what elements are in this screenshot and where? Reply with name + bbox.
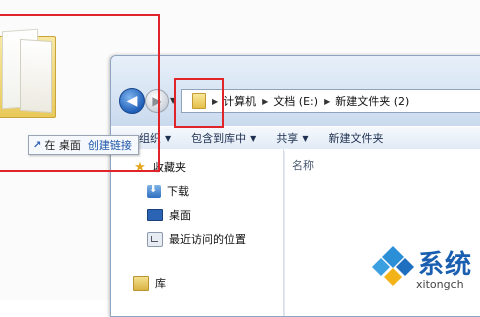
nav-favorites-label: 收藏夹 (153, 161, 186, 174)
include-in-library-button[interactable]: 包含到库中 ▼ (181, 130, 266, 146)
download-folder-icon (147, 184, 161, 198)
nav-item-desktop[interactable]: 桌面 (147, 207, 191, 223)
chevron-right-icon[interactable]: ▶ (212, 97, 218, 106)
back-arrow-icon[interactable]: ◀ (119, 88, 145, 114)
include-in-library-label: 包含到库中 (191, 132, 247, 145)
navigation-pane: ★ 收藏夹 下载 桌面 最近访问的位置 库 (111, 149, 284, 316)
watermark-text: 系统 (418, 250, 473, 280)
drag-target-label: 在 桌面 (44, 139, 81, 152)
nav-desktop-label: 桌面 (169, 209, 191, 222)
breadcrumb-computer[interactable]: 计算机 (223, 93, 256, 109)
chevron-right-icon[interactable]: ▶ (262, 97, 268, 106)
breadcrumb-folder[interactable]: 新建文件夹 (2) (335, 93, 409, 109)
address-bar[interactable]: ▶ 计算机 ▶ 文档 (E:) ▶ 新建文件夹 (2) (181, 89, 480, 113)
nav-library[interactable]: 库 (133, 275, 166, 291)
command-toolbar: 组织 ▼ 包含到库中 ▼ 共享 ▼ 新建文件夹 (111, 126, 480, 150)
drag-action-label: 创建链接 (87, 139, 132, 152)
star-icon: ★ (134, 159, 146, 175)
history-dropdown-icon[interactable]: ▼ (170, 96, 176, 105)
recent-places-icon (147, 231, 163, 247)
chevron-down-icon: ▼ (302, 133, 309, 143)
forward-arrow-icon[interactable]: ▶ (145, 89, 169, 113)
nav-library-label: 库 (155, 277, 166, 290)
nav-item-downloads[interactable]: 下载 (147, 183, 189, 199)
explorer-header: ◀ ▶ ▼ ▶ 计算机 ▶ 文档 (E:) ▶ 新建文件夹 (2) (111, 56, 480, 126)
nav-downloads-label: 下载 (167, 185, 189, 198)
drag-tooltip: ↗ 在 桌面 创建链接 (28, 135, 139, 155)
nav-favorites[interactable]: ★ 收藏夹 (133, 159, 186, 175)
share-label: 共享 (276, 132, 299, 145)
chevron-right-icon[interactable]: ▶ (324, 97, 330, 106)
breadcrumb-drive[interactable]: 文档 (E:) (273, 93, 318, 109)
nav-recent-label: 最近访问的位置 (169, 233, 246, 246)
address-folder-icon[interactable] (192, 93, 206, 109)
organize-label: 组织 (139, 132, 161, 145)
watermark: 系统 xitongch (370, 238, 480, 300)
chevron-down-icon: ▼ (165, 133, 172, 143)
chevron-down-icon: ▼ (250, 133, 257, 143)
shortcut-arrow-icon: ↗ (33, 139, 42, 151)
watermark-url: xitongch (416, 278, 464, 291)
library-icon (133, 275, 149, 291)
watermark-logo-icon (372, 246, 414, 286)
nav-item-recent[interactable]: 最近访问的位置 (147, 231, 246, 247)
column-header-name[interactable]: 名称 (292, 157, 314, 173)
dragged-folder-icon[interactable] (0, 28, 70, 120)
column-divider[interactable] (284, 151, 285, 316)
desktop-icon (147, 209, 163, 221)
share-button[interactable]: 共享 ▼ (266, 130, 318, 146)
new-folder-button[interactable]: 新建文件夹 (318, 130, 393, 146)
new-folder-label: 新建文件夹 (328, 132, 384, 145)
